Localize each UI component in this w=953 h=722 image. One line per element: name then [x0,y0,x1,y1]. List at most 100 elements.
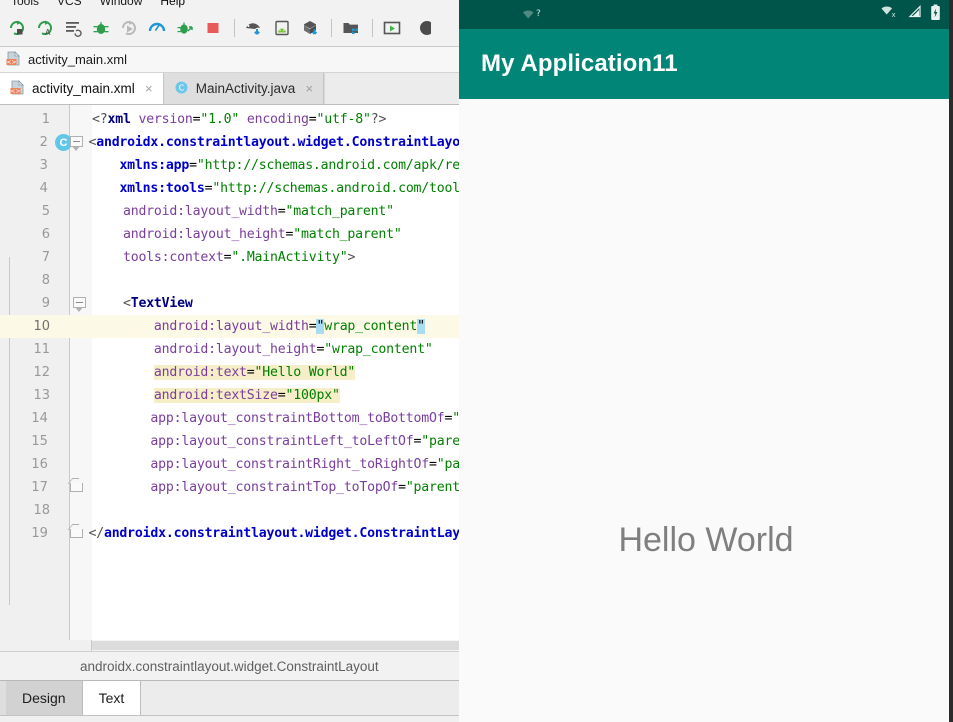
run-icon[interactable] [4,15,30,41]
menu-bar[interactable]: Tools VCS Window Help [0,0,460,9]
tab-text[interactable]: Text [82,681,142,715]
line-number: 18 [33,503,50,518]
sync-gradle-icon[interactable] [241,15,267,41]
fold-handle[interactable] [67,407,88,430]
android-studio-window: Tools VCS Window Help A <> activity_main… [0,0,953,722]
attach-debugger-icon[interactable] [116,15,142,41]
code-text: <?xml version="1.0" encoding="utf-8"?> [92,112,387,127]
svg-text:A: A [45,28,51,37]
svg-text:C: C [178,83,184,92]
menu-item-help[interactable]: Help [151,0,194,8]
line-number: 8 [41,273,50,288]
code-line: 13 android:textSize="100px" [0,384,460,407]
svg-text:x: x [892,11,896,19]
line-number: 13 [33,388,50,403]
fold-handle[interactable] [67,430,88,453]
line-number: 6 [41,227,50,242]
line-number: 1 [41,112,50,127]
fold-handle[interactable] [67,177,88,200]
line-number: 12 [33,365,50,380]
debug-icon[interactable] [88,15,114,41]
layout-inspector-icon[interactable] [379,15,405,41]
editor-horizontal-scrollbar[interactable] [92,640,460,651]
line-number: 14 [31,411,48,426]
code-line: 6 android:layout_height="match_parent" [0,223,460,246]
fold-handle[interactable] [70,200,92,223]
code-line: 12 android:text="Hello World" [0,361,460,384]
fold-handle[interactable] [67,476,88,499]
fold-handle[interactable] [70,223,92,246]
toolbar-separator-1 [234,18,235,37]
code-text: android:layout_width="wrap_content" [153,319,425,334]
toolbar-separator-2 [331,18,332,37]
tab-text-label: Text [98,690,125,706]
tab-design[interactable]: Design [6,681,83,715]
fold-handle[interactable] [67,131,88,154]
line-number: 19 [31,526,48,541]
gutter-marker [54,430,67,453]
close-icon[interactable]: × [143,81,155,96]
gutter-marker [54,476,67,499]
svg-text:<>: <> [6,59,16,66]
fold-handle[interactable] [70,361,92,384]
android-emulator-pane[interactable]: ? x My Application11 Hello World [459,0,953,722]
editor-tab-activity-main-xml[interactable]: <> activity_main.xml × [0,73,164,104]
wifi-no-connection-icon: x [880,4,900,25]
edit-configurations-icon[interactable] [60,15,86,41]
run-with-coverage-icon[interactable]: A [32,15,58,41]
gutter-marker [56,200,70,223]
emulator-app-content[interactable]: Hello World [459,99,953,722]
fold-handle[interactable] [67,453,88,476]
line-number: 9 [41,296,50,311]
close-icon[interactable]: × [303,81,315,96]
java-class-icon: C [174,80,189,98]
menu-item-vcs[interactable]: VCS [48,0,91,8]
code-editor[interactable]: 1 <?xml version="1.0" encoding="utf-8"?>… [0,105,460,640]
sdk-manager-icon[interactable] [297,15,323,41]
fold-handle[interactable] [67,522,88,545]
fold-handle[interactable] [70,108,92,131]
fold-handle[interactable] [70,338,92,361]
editor-tab-mainactivity-java[interactable]: C MainActivity.java × [163,73,325,104]
fold-handle[interactable] [70,384,92,407]
line-number: 11 [33,342,50,357]
code-text: app:layout_constraintLeft_toLeftOf="pare [150,434,460,449]
line-number: 4 [39,181,48,196]
profiler-icon[interactable] [144,15,170,41]
svg-text:?: ? [536,9,541,19]
code-text: android:layout_height="wrap_content" [153,342,433,357]
fold-handle[interactable] [67,154,88,177]
overflow-icon[interactable] [409,15,435,41]
fold-handle[interactable] [70,246,92,269]
code-line: 7 tools:context=".MainActivity"> [0,246,460,269]
code-line: 8 [0,269,460,292]
apply-changes-icon[interactable] [172,15,198,41]
breadcrumb[interactable]: androidx.constraintlayout.widget.Constra… [0,651,460,681]
gutter-marker [56,499,70,522]
avd-manager-icon[interactable] [269,15,295,41]
menu-item-window[interactable]: Window [91,0,152,8]
gutter-marker [54,407,67,430]
menu-item-tools[interactable]: Tools [2,0,48,8]
design-tab-filler [141,681,460,715]
fold-handle[interactable] [70,499,92,522]
gutter-marker [56,315,70,338]
project-structure-icon[interactable] [338,15,364,41]
editor-tab-label: MainActivity.java [195,81,296,96]
gutter-marker [56,338,70,361]
gutter-marker[interactable]: C [54,131,72,154]
emulator-status-icons: x [880,0,941,29]
fold-handle[interactable] [70,269,92,292]
code-line: 18 [0,499,460,522]
tab-design-label: Design [22,690,66,706]
scrollbar-thumb[interactable] [92,641,460,650]
stop-icon[interactable] [200,15,226,41]
code-line: 9 <TextView [0,292,460,315]
emulator-app-title: My Application11 [481,50,678,77]
gutter-marker [56,269,70,292]
code-text: android:layout_height="match_parent" [122,227,402,242]
fold-handle[interactable] [70,315,92,338]
code-text: android:layout_width="match_parent" [122,204,394,219]
line-number: 5 [41,204,50,219]
fold-handle[interactable] [70,292,92,315]
